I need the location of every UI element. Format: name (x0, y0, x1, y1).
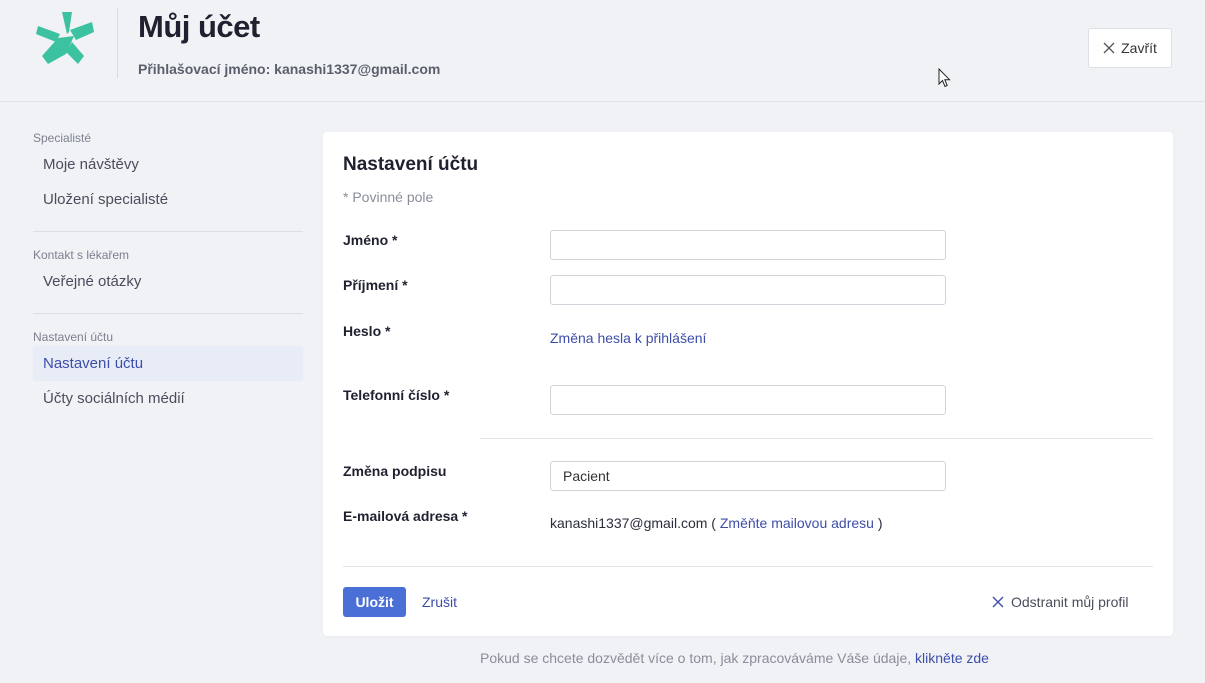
last-name-label: Příjmení * (343, 277, 408, 293)
email-open-paren: ( (711, 515, 716, 531)
account-settings-card: Nastavení účtu * Povinné pole Jméno * Př… (323, 132, 1173, 636)
page-title: Můj účet (138, 9, 260, 44)
email-close-paren: ) (877, 515, 883, 531)
cancel-link[interactable]: Zrušit (422, 594, 457, 610)
sidebar: Specialisté Moje návštěvy Uložení specia… (33, 131, 303, 416)
required-note: * Povinné pole (343, 189, 434, 205)
email-value-line: kanashi1337@gmail.com ( Změňte mailovou … (550, 515, 883, 531)
change-email-link[interactable]: Změňte mailovou adresu (720, 515, 874, 531)
privacy-link[interactable]: klikněte zde (915, 650, 989, 666)
signature-label: Změna podpisu (343, 463, 447, 479)
privacy-text: Pokud se chcete dozvědět více o tom, jak… (480, 650, 912, 666)
sidebar-item-social-accounts[interactable]: Účty sociálních médií (33, 381, 303, 416)
close-button[interactable]: Zavřít (1088, 28, 1172, 68)
sidebar-divider (33, 313, 303, 314)
password-label: Heslo * (343, 323, 391, 339)
last-name-input[interactable] (550, 275, 946, 305)
close-icon (1103, 42, 1115, 54)
card-footer-divider (343, 566, 1153, 567)
save-button[interactable]: Uložit (343, 587, 406, 617)
close-label: Zavřít (1121, 40, 1157, 56)
page-header: Můj účet Přihlašovací jméno: kanashi1337… (0, 0, 1205, 102)
signature-input[interactable] (550, 461, 946, 491)
sidebar-section-account: Nastavení účtu (33, 330, 114, 344)
first-name-label: Jméno * (343, 232, 398, 248)
email-value: kanashi1337@gmail.com (550, 515, 708, 531)
delete-profile-label: Odstranit můj profil (1011, 594, 1129, 610)
sidebar-section-specialists: Specialisté (33, 131, 92, 145)
change-password-link[interactable]: Změna hesla k přihlášení (550, 330, 706, 346)
privacy-note: Pokud se chcete dozvědět více o tom, jak… (480, 650, 989, 666)
phone-label: Telefonní číslo * (343, 387, 450, 403)
sidebar-item-account-settings[interactable]: Nastavení účtu (33, 346, 303, 381)
close-icon (992, 596, 1004, 608)
login-username: Přihlašovací jméno: kanashi1337@gmail.co… (138, 61, 441, 77)
sidebar-item-my-visits[interactable]: Moje návštěvy (33, 147, 303, 182)
first-name-input[interactable] (550, 230, 946, 260)
sidebar-item-saved-specialists[interactable]: Uložení specialisté (33, 182, 303, 217)
sidebar-item-public-questions[interactable]: Veřejné otázky (33, 264, 303, 299)
card-title: Nastavení účtu (343, 154, 479, 175)
delete-profile-button[interactable]: Odstranit můj profil (992, 594, 1128, 610)
sidebar-section-contact: Kontakt s lékařem (33, 248, 130, 262)
sidebar-divider (33, 231, 303, 232)
form-divider (480, 438, 1153, 439)
logo-icon (36, 12, 94, 64)
phone-input[interactable] (550, 385, 946, 415)
email-label: E-mailová adresa * (343, 508, 468, 524)
header-divider (117, 8, 118, 78)
mouse-pointer-icon (938, 68, 951, 88)
